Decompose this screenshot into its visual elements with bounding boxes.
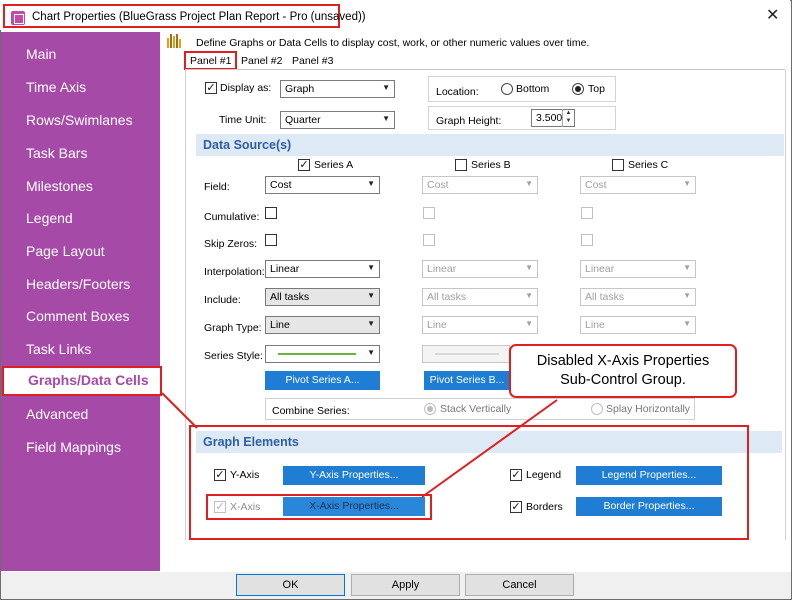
- callout-arrow: [421, 399, 558, 498]
- sidebar-to-elements-arrow: [161, 392, 198, 429]
- annotation-callout: Disabled X-Axis Properties Sub-Control G…: [509, 344, 737, 398]
- annotation-arrows: [161, 392, 558, 498]
- callout-line-2: Sub-Control Group.: [560, 372, 686, 388]
- apply-button[interactable]: Apply: [351, 574, 460, 596]
- cancel-button[interactable]: Cancel: [465, 574, 574, 596]
- callout-line-1: Disabled X-Axis Properties: [536, 353, 710, 369]
- ok-button[interactable]: OK: [236, 574, 345, 596]
